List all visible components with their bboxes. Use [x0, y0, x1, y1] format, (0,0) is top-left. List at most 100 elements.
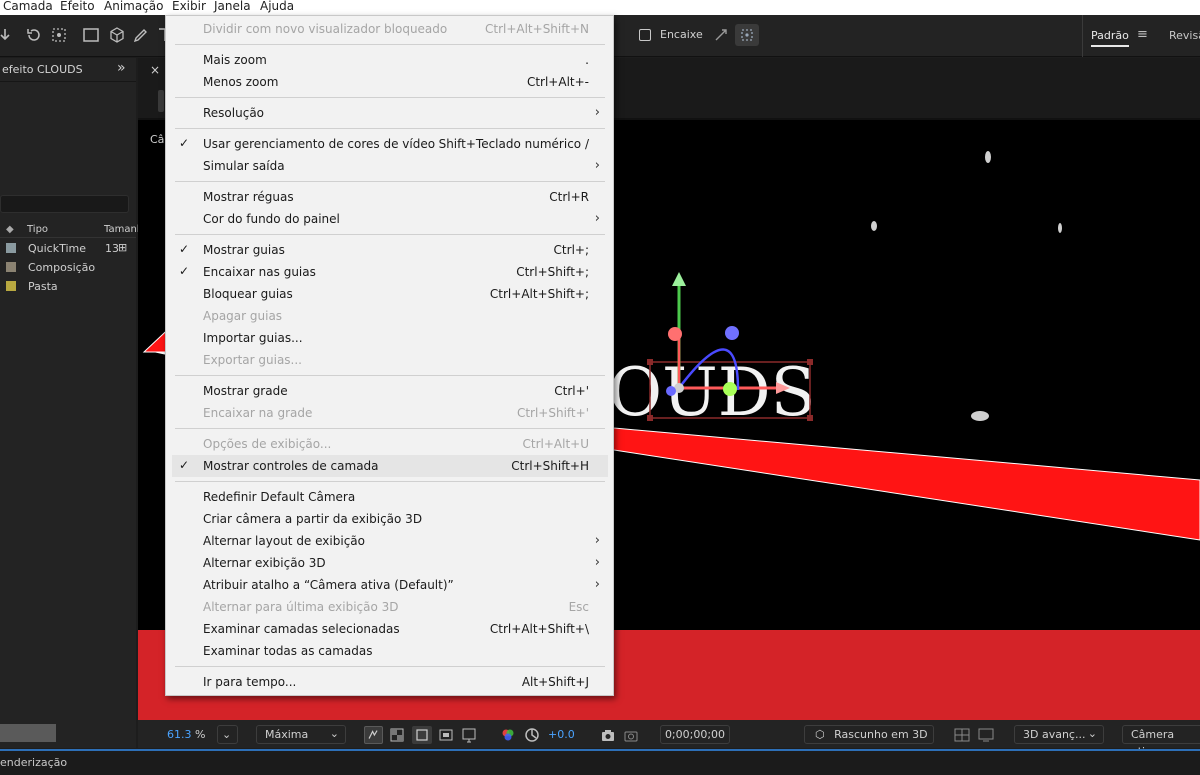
- menu-item-shortcut: Shift+Teclado numérico /: [438, 137, 589, 151]
- close-icon[interactable]: ×: [150, 63, 160, 77]
- menu-item-label: Encaixar nas guias: [203, 265, 316, 279]
- menu-item-import-guides[interactable]: Importar guias...: [172, 327, 608, 349]
- menu-camada[interactable]: Camada: [3, 0, 53, 13]
- menu-item-label: Ir para tempo...: [203, 675, 297, 689]
- menu-item-reset-camera[interactable]: Redefinir Default Câmera: [172, 486, 608, 508]
- view-share-icon[interactable]: [976, 726, 996, 744]
- menu-janela[interactable]: Janela: [214, 0, 251, 13]
- column-type[interactable]: Tipo: [27, 224, 48, 235]
- resolution-dropdown[interactable]: Máxima ⌄: [256, 725, 346, 744]
- check-icon: ✓: [179, 136, 190, 150]
- menu-exibir[interactable]: Exibir: [172, 0, 206, 13]
- menu-item-view-options[interactable]: Opções de exibição... Ctrl+Alt+U: [172, 433, 608, 455]
- color-channels-icon[interactable]: [500, 727, 516, 743]
- layer-handle: [807, 415, 813, 421]
- menu-item-frame-selected[interactable]: Examinar camadas selecionadas Ctrl+Alt+Sh…: [172, 618, 608, 640]
- project-scrollbar[interactable]: [0, 724, 56, 742]
- menu-animacao[interactable]: Animação: [104, 0, 163, 13]
- effect-controls-title[interactable]: efeito CLOUDS: [2, 63, 83, 76]
- pen-tool-icon[interactable]: [132, 26, 150, 44]
- menu-item-switch-layout[interactable]: Alternar layout de exibição ›: [172, 530, 608, 552]
- snap-options-icon[interactable]: [712, 26, 730, 44]
- menu-item-panel-bg-color[interactable]: Cor do fundo do painel ›: [172, 208, 608, 230]
- fast-preview-button[interactable]: [364, 726, 383, 744]
- project-row[interactable]: Pasta: [0, 277, 136, 296]
- renderer-button[interactable]: ⬡ Rascunho em 3D: [804, 725, 934, 744]
- transparency-grid-icon[interactable]: [389, 727, 405, 743]
- workspace-menu-icon[interactable]: ≡: [1137, 27, 1148, 42]
- 3d-view-dropdown[interactable]: 3D avanç... ⌄: [1014, 725, 1104, 744]
- zoom-value[interactable]: 61.3: [167, 728, 192, 741]
- project-panel: efeito CLOUDS » ◆ Tipo Tamanl QuickTime …: [0, 58, 140, 748]
- menu-item-last-3d-view[interactable]: Alternar para última exibição 3D Esc: [172, 596, 608, 618]
- menu-item-label: Redefinir Default Câmera: [203, 490, 356, 504]
- menu-item-export-guides[interactable]: Exportar guias...: [172, 349, 608, 371]
- reset-exposure-icon[interactable]: [524, 727, 540, 743]
- menu-item-zoom-in[interactable]: Mais zoom.: [172, 49, 608, 71]
- camera-snapshot-icon[interactable]: [600, 727, 616, 743]
- viewer-controls: 61.3 % ⌄ Máxima ⌄ +0.0 0;00;00;00 ⬡ Rasc…: [138, 720, 1200, 758]
- menu-item-shortcut: Esc: [568, 600, 589, 614]
- menu-ajuda[interactable]: Ajuda: [260, 0, 294, 13]
- camera-orbit-icon[interactable]: [50, 26, 68, 44]
- menu-item-lock-guides[interactable]: Bloquear guias Ctrl+Alt+Shift+;: [172, 283, 608, 305]
- menu-item-shortcut: Ctrl+': [554, 384, 589, 398]
- menu-item-snap-to-grid[interactable]: Encaixar na grade Ctrl+Shift+': [172, 402, 608, 424]
- show-snapshot-icon[interactable]: [623, 727, 639, 743]
- menu-item-shortcut: Ctrl+Alt+U: [522, 437, 590, 451]
- menu-item-snap-to-guides[interactable]: ✓ Encaixar nas guias Ctrl+Shift+;: [172, 261, 608, 283]
- menu-item-label: Menos zoom: [203, 75, 279, 89]
- check-icon: ✓: [179, 264, 190, 278]
- menu-item-color-management[interactable]: ✓ Usar gerenciamento de cores de vídeo Sh…: [172, 133, 608, 155]
- menu-item-switch-3d-view[interactable]: Alternar exibição 3D ›: [172, 552, 608, 574]
- menu-item-simulate-output[interactable]: Simular saída ›: [172, 155, 608, 177]
- view-layout-icon[interactable]: [952, 726, 972, 744]
- gizmo-x-handle: [723, 382, 737, 396]
- arrow-down-icon[interactable]: [0, 26, 14, 44]
- menu-item-assign-shortcut[interactable]: Atribuir atalho a “Câmera ativa (Default…: [172, 574, 608, 596]
- menu-item-shortcut: Ctrl+Alt+-: [526, 75, 589, 89]
- grid-guides-icon[interactable]: [461, 727, 477, 743]
- menu-item-shortcut: .: [585, 53, 589, 67]
- menu-item-create-camera[interactable]: Criar câmera a partir da exibição 3D: [172, 508, 608, 530]
- exposure-value[interactable]: +0.0: [548, 728, 575, 741]
- comp-tab-stub[interactable]: [158, 90, 164, 112]
- region-of-interest-icon[interactable]: [438, 727, 454, 743]
- menu-item-resolution[interactable]: Resolução ›: [172, 102, 608, 124]
- rotate-tool-icon[interactable]: [25, 26, 43, 44]
- chevron-right-icon: ›: [594, 105, 600, 120]
- project-row[interactable]: QuickTime 13 ⊞: [0, 239, 136, 258]
- menu-item-zoom-out[interactable]: Menos zoom Ctrl+Alt+-: [172, 71, 608, 93]
- zoom-dropdown[interactable]: ⌄: [217, 725, 238, 744]
- project-search-input[interactable]: [0, 195, 129, 213]
- project-row[interactable]: Composição: [0, 258, 136, 277]
- resolution-value: Máxima: [265, 728, 309, 741]
- menu-item-split-viewer[interactable]: Dividir com novo visualizador bloqueado C…: [172, 18, 608, 40]
- column-size[interactable]: Tamanl: [104, 224, 140, 235]
- menu-item-show-guides[interactable]: ✓ Mostrar guias Ctrl+;: [172, 239, 608, 261]
- mask-path-button[interactable]: [412, 726, 432, 744]
- menu-item-clear-guides[interactable]: Apagar guias: [172, 305, 608, 327]
- snap-checkbox[interactable]: [639, 29, 651, 41]
- 3d-view-value: 3D avanç...: [1023, 728, 1086, 741]
- menu-item-go-to-time[interactable]: Ir para tempo... Alt+Shift+J: [172, 671, 608, 693]
- workspace-tab-padrao[interactable]: Padrão: [1091, 29, 1129, 47]
- menu-item-frame-all[interactable]: Examinar todas as camadas: [172, 640, 608, 662]
- label-swatch: [6, 262, 16, 272]
- menu-item-shortcut: Ctrl+;: [553, 243, 589, 257]
- project-tabbar: efeito CLOUDS »: [0, 58, 136, 82]
- camera-dropdown[interactable]: Câmera ativa...: [1122, 725, 1200, 758]
- cube-tool-icon[interactable]: [108, 26, 126, 44]
- menu-separator: [175, 375, 605, 376]
- menu-item-show-rulers[interactable]: Mostrar réguas Ctrl+R: [172, 186, 608, 208]
- panel-expand-icon[interactable]: »: [117, 60, 126, 76]
- workspace-tab-revisao[interactable]: Revisã: [1169, 29, 1200, 42]
- rectangle-tool-icon[interactable]: [82, 26, 100, 44]
- menu-separator: [175, 97, 605, 98]
- menu-item-label: Examinar camadas selecionadas: [203, 622, 400, 636]
- menu-item-show-layer-controls[interactable]: ✓ Mostrar controles de camada Ctrl+Shift+…: [172, 455, 608, 477]
- menu-item-show-grid[interactable]: Mostrar grade Ctrl+': [172, 380, 608, 402]
- snap-target-button[interactable]: [735, 24, 759, 46]
- timecode-field[interactable]: 0;00;00;00: [660, 725, 730, 744]
- menu-efeito[interactable]: Efeito: [60, 0, 95, 13]
